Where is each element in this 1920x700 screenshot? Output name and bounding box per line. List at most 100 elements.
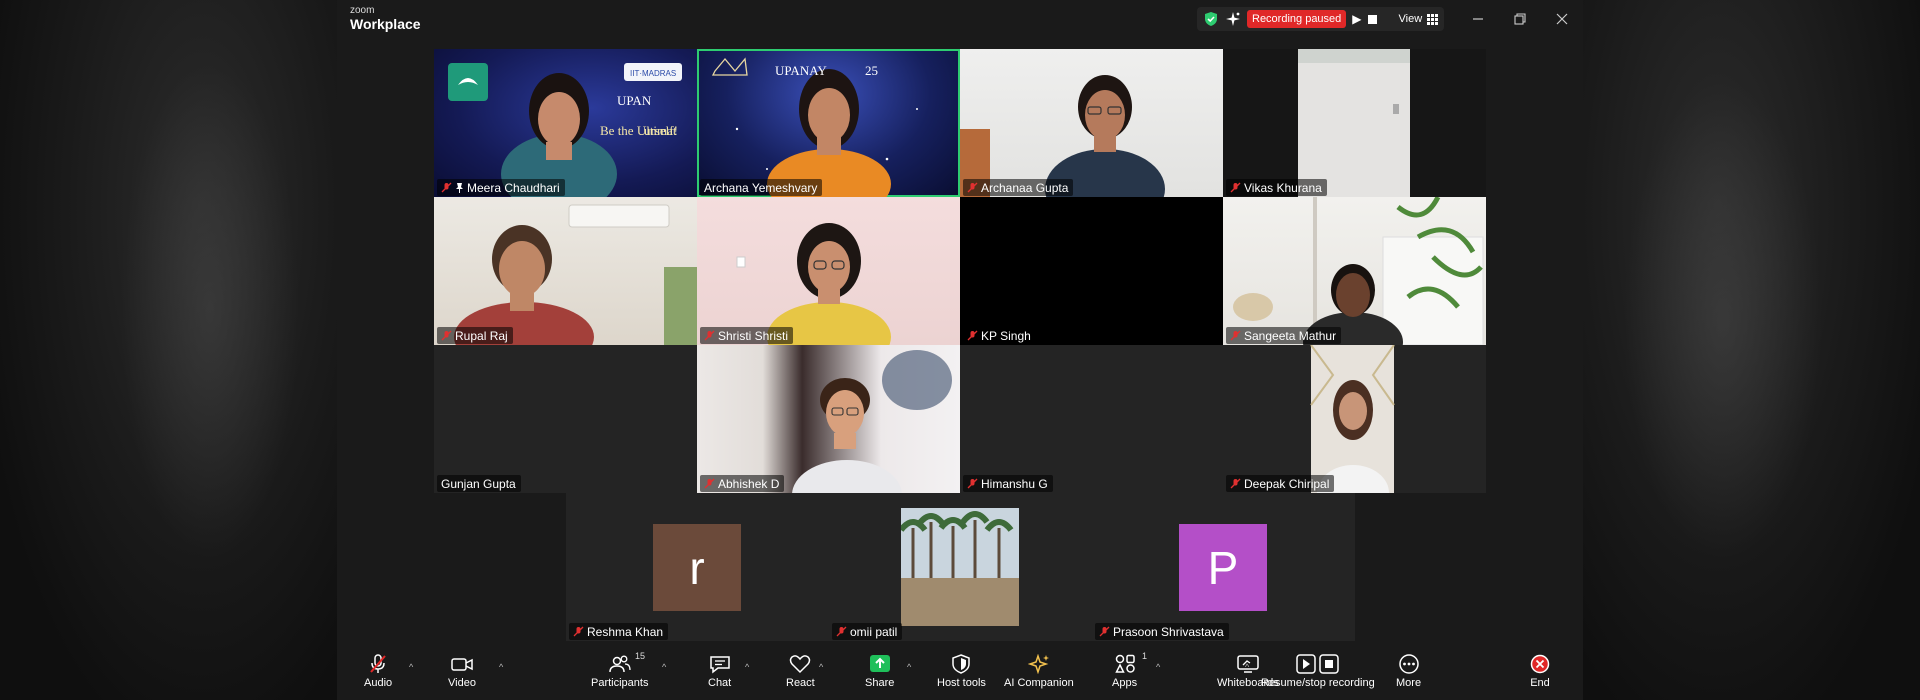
participant-name-tag: Prasoon Shrivastava [1095,623,1229,640]
video-tile-kp-singh[interactable]: KP Singh [960,197,1223,345]
recording-label: Resume/stop recording [1261,677,1375,689]
video-tile-archanaa-gupta[interactable]: Archanaa Gupta [960,49,1223,197]
participant-name-tag: Himanshu G [963,475,1053,492]
participant-video-feed [736,223,891,345]
zoom-meeting-window: zoom Workplace Recording paused ▶ View I… [337,0,1583,700]
zoom-workplace-logo: zoom Workplace [350,5,421,32]
chat-bubble-icon [709,656,730,674]
participant-video-feed [711,57,918,197]
chat-button[interactable]: Chat [708,654,731,689]
end-close-icon [1530,654,1550,674]
avatar-initial: r [689,541,705,594]
host-tools-button[interactable]: Host tools [937,654,986,689]
video-tile-gunjan-gupta[interactable]: Gunjan Gupta [434,345,697,493]
video-tile-deepak-chiripal[interactable]: Deepak Chiripal [1223,345,1486,493]
video-tile-abhishek-d[interactable]: Abhishek D [697,345,960,493]
participant-name-tag: Vikas Khurana [1226,179,1327,196]
participants-label: Participants [591,677,649,689]
close-icon [1556,13,1568,24]
participant-profile-photo [901,508,1019,626]
whiteboards-options-chevron-icon[interactable]: ^ [1245,662,1249,672]
blurred-background-left [0,0,337,700]
video-tile-meera-chaudhari[interactable]: IIT·MADRAS UPAN Be the Ultimat urself! M… [434,49,697,197]
mic-muted-icon [370,654,386,673]
react-options-chevron-icon[interactable]: ^ [819,662,823,672]
participant-name-tag: Meera Chaudhari [437,179,565,196]
mic-muted-icon [1230,330,1241,340]
participant-name-tag: Rupal Raj [437,327,513,344]
ai-companion-label: AI Companion [1004,677,1074,689]
participant-name: Archanaa Gupta [981,180,1069,195]
blurred-background-right [1583,0,1920,700]
mic-muted-icon [967,182,978,192]
video-tile-vikas-khurana[interactable]: Vikas Khurana [1223,49,1486,197]
participant-video-feed [792,350,952,493]
resume-recording-icon[interactable]: ▶ [1352,12,1361,26]
restore-button[interactable] [1499,0,1541,37]
meeting-toolbar: Audio ^ Video ^ Participants 15 ^ Chat ^… [337,648,1583,700]
participant-name-tag: omii patil [832,623,903,640]
participant-name: Prasoon Shrivastava [1113,624,1224,639]
svg-text:IIT·MADRAS: IIT·MADRAS [630,69,676,78]
video-tile-omii-patil[interactable]: omii patil [829,493,1092,641]
slide-title-center: UPANAY [775,63,827,78]
apps-options-chevron-icon[interactable]: ^ [1156,662,1160,672]
mic-muted-icon [1099,626,1110,636]
participant-video-feed [1233,197,1484,345]
participant-name-tag: Archana Yemeshvary [700,179,823,196]
video-options-chevron-icon[interactable]: ^ [499,662,503,672]
resume-stop-recording-button[interactable]: Resume/stop recording [1261,654,1375,689]
participant-name: Deepak Chiripal [1244,476,1330,491]
ai-companion-button[interactable]: AI Companion [1004,654,1074,689]
end-meeting-button[interactable]: End [1529,654,1551,689]
view-label: View [1398,13,1423,25]
chat-label: Chat [708,677,732,689]
video-label: Video [448,677,476,689]
mic-muted-icon [704,330,715,340]
apps-label: Apps [1112,677,1138,689]
video-tile-himanshu-g[interactable]: Himanshu G [960,345,1223,493]
share-button[interactable]: Share [865,654,894,689]
stop-recording-icon[interactable] [1367,14,1377,24]
more-label: More [1396,677,1422,689]
view-button[interactable]: View [1399,13,1439,25]
video-button[interactable]: Video [448,654,476,689]
participant-name-tag: Sangeeta Mathur [1226,327,1342,344]
mic-muted-icon [967,330,978,340]
video-tile-shristi-shristi[interactable]: Shristi Shristi [697,197,960,345]
logo-zoom-text: zoom [350,5,375,16]
participant-name: Abhishek D [718,476,780,491]
mic-muted-icon [704,478,715,488]
audio-options-chevron-icon[interactable]: ^ [409,662,413,672]
ai-sparkle-icon[interactable] [1225,11,1241,27]
encryption-shield-icon[interactable] [1203,11,1219,27]
video-tile-reshma-khan[interactable]: r Reshma Khan [566,493,829,641]
video-tile-prasoon-shrivastava[interactable]: P Prasoon Shrivastava [1092,493,1355,641]
recording-paused-badge[interactable]: Recording paused [1247,10,1347,28]
participant-name-tag: KP Singh [963,327,1036,344]
participant-name: Reshma Khan [587,624,664,639]
participant-name-tag: Abhishek D [700,475,785,492]
mic-muted-icon [573,626,584,636]
pin-icon [456,183,463,193]
more-icon [1398,654,1419,674]
video-tile-sangeeta-mathur[interactable]: Sangeeta Mathur [1223,197,1486,345]
apps-button[interactable]: Apps [1112,654,1137,689]
participant-video-feed [1298,49,1410,197]
react-button[interactable]: React [786,654,815,689]
share-options-chevron-icon[interactable]: ^ [907,662,911,672]
participants-options-chevron-icon[interactable]: ^ [662,662,666,672]
more-button[interactable]: More [1396,654,1421,689]
participant-name: Meera Chaudhari [467,180,560,195]
participant-name: KP Singh [981,328,1031,343]
participant-video-feed [960,75,1165,197]
close-button[interactable] [1541,0,1583,37]
participant-name: Sangeeta Mathur [1244,328,1337,343]
chat-options-chevron-icon[interactable]: ^ [745,662,749,672]
video-tile-archana-yemeshvary[interactable]: UPANAY 25 Archana Yemeshvary [697,49,960,197]
avatar: r [653,524,741,611]
avatar: P [1179,524,1267,611]
video-tile-rupal-raj[interactable]: Rupal Raj [434,197,697,345]
minimize-button[interactable] [1457,0,1499,37]
audio-button[interactable]: Audio [364,654,392,689]
